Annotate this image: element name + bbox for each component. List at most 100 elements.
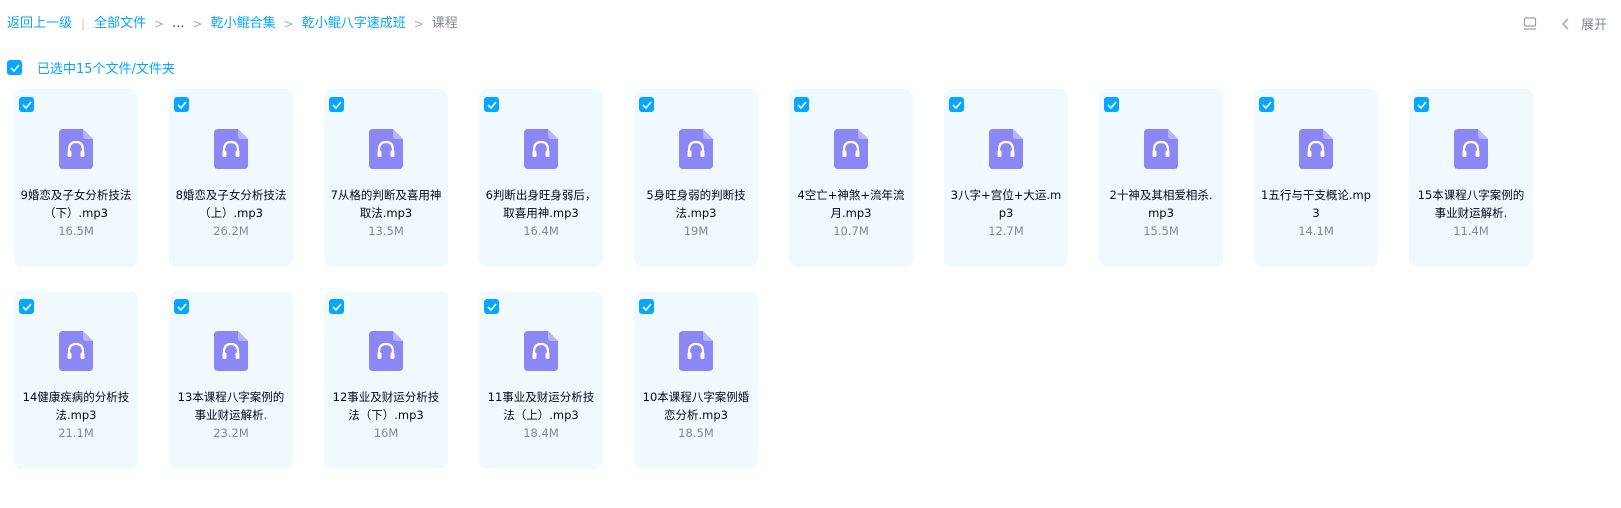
check-icon <box>486 302 497 311</box>
file-card[interactable]: 13本课程八字案例的事业财运解析. 23.2M <box>169 291 293 469</box>
audio-file-icon <box>1454 129 1488 169</box>
file-name: 13本课程八字案例的事业财运解析. <box>177 390 285 422</box>
select-all-checkbox[interactable] <box>7 60 22 75</box>
file-checkbox[interactable] <box>639 97 654 112</box>
check-icon <box>9 63 20 72</box>
top-right-actions: 展开 <box>1521 14 1607 33</box>
file-size: 26.2M <box>213 224 249 238</box>
file-name: 12事业及财运分析技法（下）.mp3 <box>332 390 440 422</box>
file-name: 5身旺身弱的判断技法.mp3 <box>646 188 746 220</box>
file-name: 8婚恋及子女分析技法（上）.mp3 <box>175 188 287 220</box>
breadcrumb-ellipsis[interactable]: ... <box>172 15 184 33</box>
file-name: 3八字+宫位+大运.mp3 <box>950 188 1062 220</box>
file-card[interactable]: 3八字+宫位+大运.mp3 12.7M <box>944 89 1068 267</box>
file-checkbox[interactable] <box>949 97 964 112</box>
check-icon <box>641 302 652 311</box>
file-card[interactable]: 8婚恋及子女分析技法（上）.mp3 26.2M <box>169 89 293 267</box>
file-checkbox[interactable] <box>329 97 344 112</box>
file-size: 23.2M <box>213 426 249 440</box>
file-card[interactable]: 2十神及其相爱相杀.mp3 15.5M <box>1099 89 1223 267</box>
file-size: 11.4M <box>1453 224 1489 238</box>
file-size: 16.4M <box>523 224 559 238</box>
back-link[interactable]: 返回上一级 <box>7 15 72 33</box>
file-card[interactable]: 10本课程八字案例婚恋分析.mp3 18.5M <box>634 291 758 469</box>
expand-button[interactable]: 展开 <box>1581 14 1607 33</box>
file-checkbox[interactable] <box>484 299 499 314</box>
file-name: 4空亡+神煞+流年流月.mp3 <box>797 188 905 220</box>
file-name: 6判断出身旺身弱后，取喜用神.mp3 <box>485 188 597 220</box>
audio-file-icon <box>834 129 868 169</box>
file-checkbox[interactable] <box>329 299 344 314</box>
selection-count: 已选中15个文件/文件夹 <box>37 62 175 77</box>
check-icon <box>21 302 32 311</box>
check-icon <box>331 302 342 311</box>
file-card[interactable]: 9婚恋及子女分析技法（下）.mp3 16.5M <box>14 89 138 267</box>
breadcrumb-divider: | <box>81 17 86 31</box>
check-icon <box>641 100 652 109</box>
audio-file-icon <box>1299 129 1333 169</box>
check-icon <box>176 302 187 311</box>
file-card[interactable]: 14健康疾病的分析技法.mp3 21.1M <box>14 291 138 469</box>
file-card[interactable]: 1五行与干支概论.mp3 14.1M <box>1254 89 1378 267</box>
check-icon <box>1106 100 1117 109</box>
audio-file-icon <box>679 331 713 371</box>
file-card[interactable]: 12事业及财运分析技法（下）.mp3 16M <box>324 291 448 469</box>
audio-file-icon <box>214 331 248 371</box>
chevron-left-icon[interactable] <box>1557 15 1575 33</box>
check-icon <box>1416 100 1427 109</box>
breadcrumb-separator-icon: > <box>283 17 294 31</box>
breadcrumb-folder-course[interactable]: 乾小鲲八字速成班 <box>302 15 406 33</box>
file-checkbox[interactable] <box>484 97 499 112</box>
breadcrumb-separator-icon: > <box>154 17 165 31</box>
file-size: 12.7M <box>988 224 1024 238</box>
file-card[interactable]: 6判断出身旺身弱后，取喜用神.mp3 16.4M <box>479 89 603 267</box>
check-icon <box>796 100 807 109</box>
audio-file-icon <box>679 129 713 169</box>
file-name: 9婚恋及子女分析技法（下）.mp3 <box>20 188 132 220</box>
file-size: 13.5M <box>368 224 404 238</box>
breadcrumb-separator-icon: > <box>192 17 203 31</box>
check-icon <box>951 100 962 109</box>
file-name: 2十神及其相爱相杀.mp3 <box>1109 188 1213 220</box>
top-bar: 返回上一级 | 全部文件 > ... > 乾小鲲合集 > 乾小鲲八字速成班 > … <box>0 0 1621 48</box>
audio-file-icon <box>524 129 558 169</box>
file-name: 10本课程八字案例婚恋分析.mp3 <box>642 390 750 422</box>
file-card[interactable]: 11事业及财运分析技法（上）.mp3 18.4M <box>479 291 603 469</box>
file-size: 18.4M <box>523 426 559 440</box>
file-checkbox[interactable] <box>794 97 809 112</box>
file-checkbox[interactable] <box>639 299 654 314</box>
file-name: 14健康疾病的分析技法.mp3 <box>22 390 130 422</box>
breadcrumb: 返回上一级 | 全部文件 > ... > 乾小鲲合集 > 乾小鲲八字速成班 > … <box>7 15 458 33</box>
file-card[interactable]: 15本课程八字案例的事业财运解析. 11.4M <box>1409 89 1533 267</box>
audio-file-icon <box>59 129 93 169</box>
file-card[interactable]: 7从格的判断及喜用神取法.mp3 13.5M <box>324 89 448 267</box>
file-card[interactable]: 4空亡+神煞+流年流月.mp3 10.7M <box>789 89 913 267</box>
file-card[interactable]: 5身旺身弱的判断技法.mp3 19M <box>634 89 758 267</box>
breadcrumb-separator-icon: > <box>413 17 424 31</box>
check-icon <box>21 100 32 109</box>
audio-file-icon <box>989 129 1023 169</box>
file-checkbox[interactable] <box>1259 97 1274 112</box>
file-checkbox[interactable] <box>19 299 34 314</box>
audio-file-icon <box>59 331 93 371</box>
audio-file-icon <box>369 129 403 169</box>
file-size: 18.5M <box>678 426 714 440</box>
breadcrumb-folder-collection[interactable]: 乾小鲲合集 <box>211 15 276 33</box>
view-mode-icon[interactable] <box>1521 15 1539 33</box>
file-checkbox[interactable] <box>174 299 189 314</box>
check-icon <box>486 100 497 109</box>
check-icon <box>1261 100 1272 109</box>
breadcrumb-all-files[interactable]: 全部文件 <box>94 15 146 33</box>
file-name: 1五行与干支概论.mp3 <box>1261 188 1371 220</box>
selection-bar: 已选中15个文件/文件夹 <box>7 58 175 77</box>
file-checkbox[interactable] <box>174 97 189 112</box>
file-size: 16M <box>373 426 399 440</box>
file-checkbox[interactable] <box>19 97 34 112</box>
file-name: 11事业及财运分析技法（上）.mp3 <box>487 390 595 422</box>
file-checkbox[interactable] <box>1414 97 1429 112</box>
file-size: 14.1M <box>1298 224 1334 238</box>
breadcrumb-current: 课程 <box>431 16 458 31</box>
check-icon <box>176 100 187 109</box>
file-checkbox[interactable] <box>1104 97 1119 112</box>
audio-file-icon <box>524 331 558 371</box>
